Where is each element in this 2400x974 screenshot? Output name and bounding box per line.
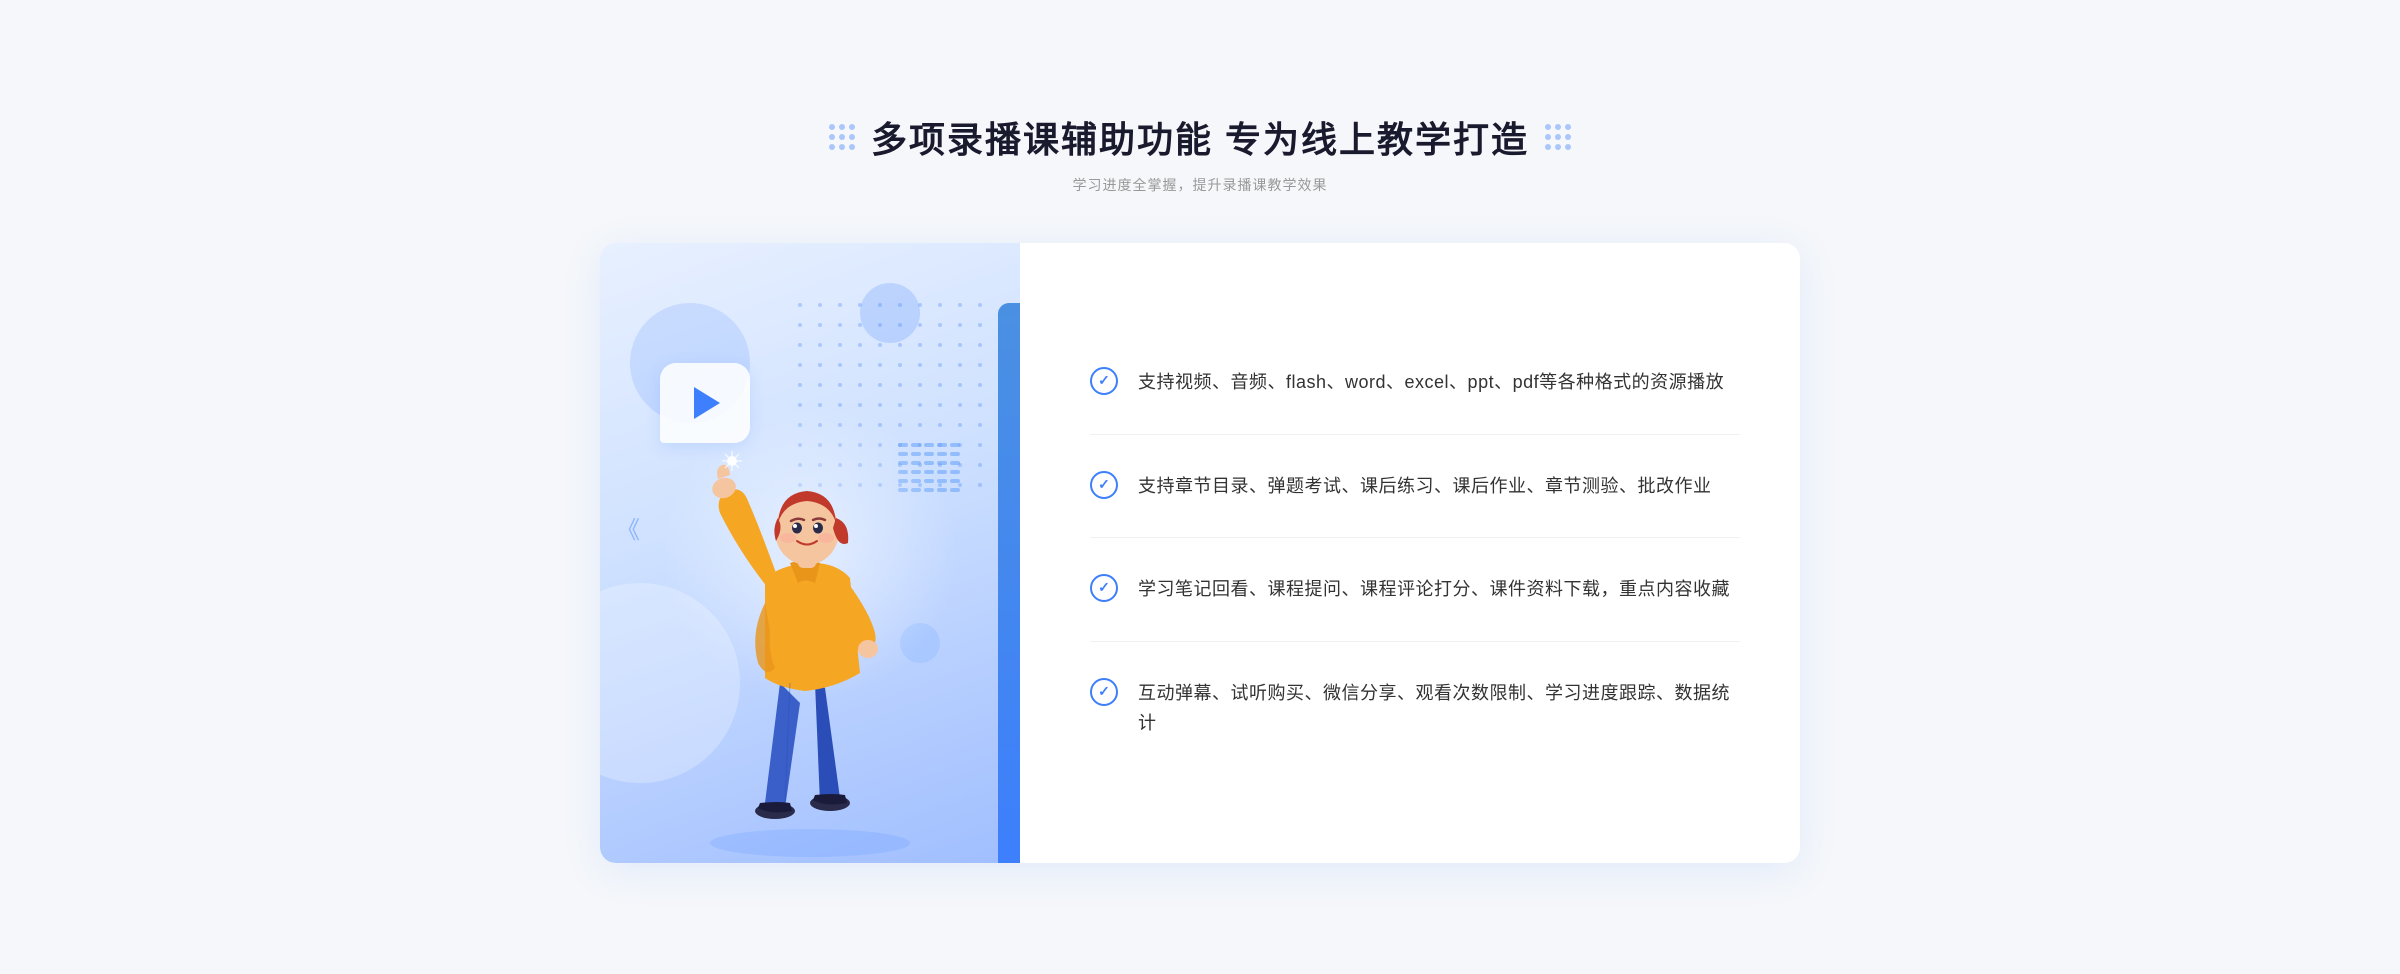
feature-text-1: 支持视频、音频、flash、word、excel、ppt、pdf等各种格式的资源…	[1138, 367, 1724, 398]
feature-text-3: 学习笔记回看、课程提问、课程评论打分、课件资料下载，重点内容收藏	[1138, 574, 1730, 605]
header: 多项录播课辅助功能 专为线上教学打造 学习进度全掌握，提升录播课教学效果	[600, 111, 1800, 195]
dots-left-icon	[829, 124, 855, 150]
features-panel: ✓ 支持视频、音频、flash、word、excel、ppt、pdf等各种格式的资…	[1020, 243, 1800, 863]
feature-item-4: ✓ 互动弹幕、试听购买、微信分享、观看次数限制、学习进度跟踪、数据统计	[1090, 642, 1740, 775]
page-subtitle: 学习进度全掌握，提升录播课教学效果	[600, 175, 1800, 195]
page-title: 多项录播课辅助功能 专为线上教学打造	[871, 111, 1529, 163]
check-circle-icon-4: ✓	[1090, 678, 1118, 706]
checkmark-2: ✓	[1098, 476, 1110, 493]
chevron-left-icon: 《	[616, 519, 640, 543]
feature-text-2: 支持章节目录、弹题考试、课后练习、课后作业、章节测验、批改作业	[1138, 471, 1712, 502]
main-content-card: 《	[600, 243, 1800, 863]
checkmark-1: ✓	[1098, 372, 1110, 389]
check-circle-icon-3: ✓	[1090, 574, 1118, 602]
check-circle-icon-2: ✓	[1090, 471, 1118, 499]
person-illustration	[650, 383, 970, 863]
check-circle-icon-1: ✓	[1090, 367, 1118, 395]
accent-circle-1	[860, 283, 920, 343]
blue-vertical-bar	[998, 303, 1020, 863]
feature-item-2: ✓ 支持章节目录、弹题考试、课后练习、课后作业、章节测验、批改作业	[1090, 435, 1740, 539]
features-list: ✓ 支持视频、音频、flash、word、excel、ppt、pdf等各种格式的资…	[1090, 331, 1740, 775]
feature-text-4: 互动弹幕、试听购买、微信分享、观看次数限制、学习进度跟踪、数据统计	[1138, 678, 1740, 739]
checkmark-3: ✓	[1098, 579, 1110, 596]
page-wrapper: 多项录播课辅助功能 专为线上教学打造 学习进度全掌握，提升录播课教学效果	[600, 111, 1800, 863]
title-row: 多项录播课辅助功能 专为线上教学打造	[600, 111, 1800, 163]
checkmark-4: ✓	[1098, 683, 1110, 700]
illustration-panel: 《	[600, 243, 1020, 863]
feature-item-1: ✓ 支持视频、音频、flash、word、excel、ppt、pdf等各种格式的资…	[1090, 331, 1740, 435]
feature-item-3: ✓ 学习笔记回看、课程提问、课程评论打分、课件资料下载，重点内容收藏	[1090, 538, 1740, 642]
dots-right-icon	[1545, 124, 1571, 150]
